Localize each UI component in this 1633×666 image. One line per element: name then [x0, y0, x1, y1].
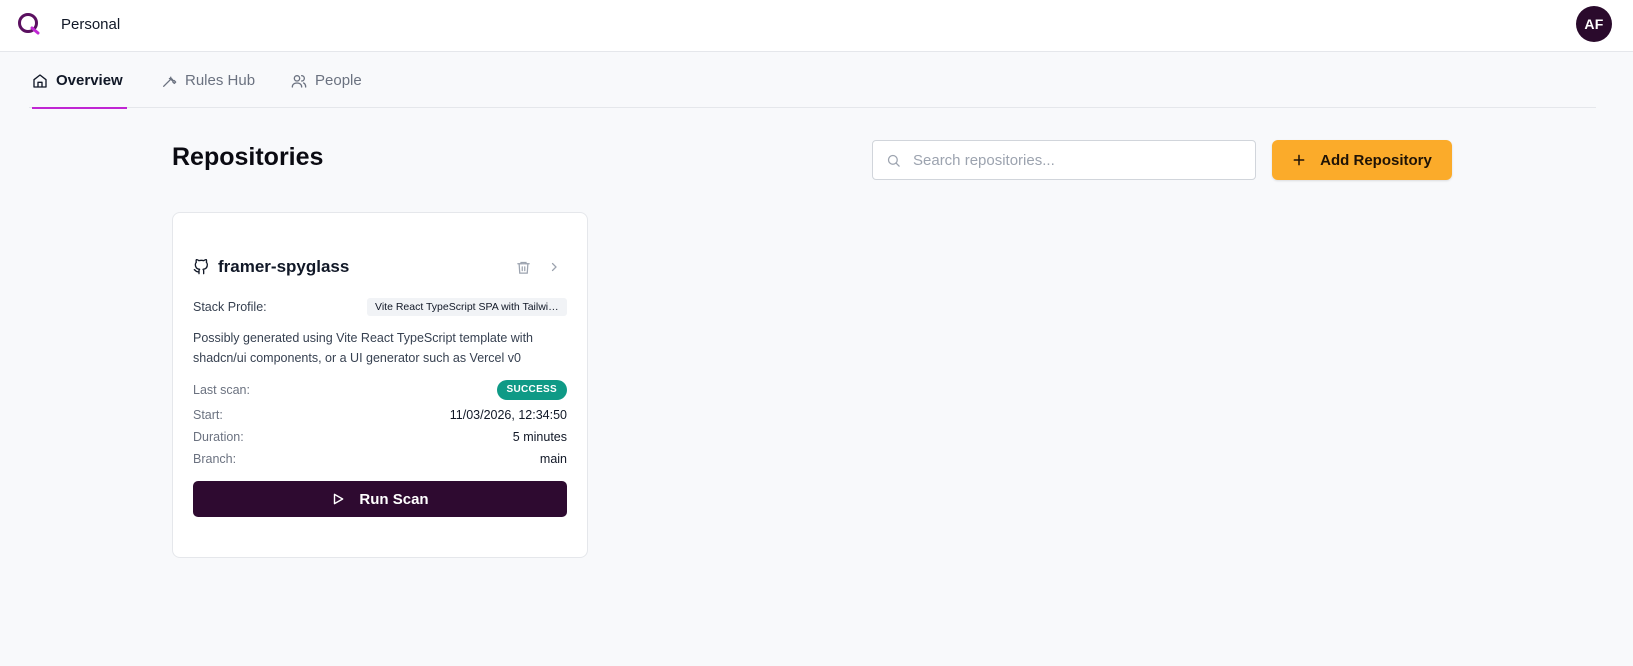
avatar[interactable]: AF: [1576, 6, 1612, 42]
repository-name[interactable]: framer-spyglass: [218, 257, 349, 277]
github-icon: [193, 259, 208, 275]
search-icon: [887, 154, 900, 167]
run-scan-button[interactable]: Run Scan: [193, 481, 567, 517]
tab-label: Overview: [56, 72, 123, 89]
stack-profile-chip: Vite React TypeScript SPA with Tailwind …: [367, 298, 567, 316]
status-badge: SUCCESS: [496, 380, 567, 400]
app-logo-icon[interactable]: [17, 12, 41, 36]
delete-repository-button[interactable]: [513, 257, 533, 277]
workspace-name[interactable]: Personal: [61, 16, 120, 33]
top-bar: Personal AF: [0, 0, 1633, 52]
run-scan-label: Run Scan: [359, 490, 429, 508]
last-scan-label: Last scan:: [193, 383, 250, 397]
chevron-right-icon: [551, 262, 557, 272]
open-repository-button[interactable]: [544, 257, 564, 277]
home-icon: [33, 73, 47, 88]
repository-card: framer-spyglass Stack Profile: Vite Reac…: [172, 212, 588, 558]
tab-people[interactable]: People: [291, 53, 362, 108]
search-box[interactable]: [872, 140, 1256, 180]
plus-icon: [1293, 154, 1305, 166]
trash-icon: [516, 261, 530, 274]
start-label: Start:: [193, 408, 223, 422]
nav-tabs: Overview Rules Hub People: [29, 53, 1596, 109]
add-repository-label: Add Repository: [1320, 151, 1432, 169]
start-value: 11/03/2026, 12:34:50: [449, 408, 567, 422]
tab-overview[interactable]: Overview: [32, 53, 127, 109]
tab-label: People: [315, 72, 362, 89]
play-icon: [334, 493, 344, 505]
repository-description: Possibly generated using Vite React Type…: [193, 331, 534, 365]
wrench-icon: [163, 76, 177, 87]
tab-label: Rules Hub: [185, 72, 256, 89]
duration-label: Duration:: [193, 430, 244, 444]
tab-rules-hub[interactable]: Rules Hub: [161, 53, 255, 108]
branch-value: main: [539, 452, 567, 466]
stack-profile-label: Stack Profile:: [193, 300, 267, 314]
users-icon: [291, 74, 307, 88]
search-input[interactable]: [913, 141, 1243, 179]
add-repository-button[interactable]: Add Repository: [1272, 140, 1452, 180]
branch-label: Branch:: [193, 452, 237, 466]
duration-value: 5 minutes: [512, 430, 567, 444]
active-tab-indicator: [32, 107, 127, 109]
page-title: Repositories: [172, 143, 324, 171]
